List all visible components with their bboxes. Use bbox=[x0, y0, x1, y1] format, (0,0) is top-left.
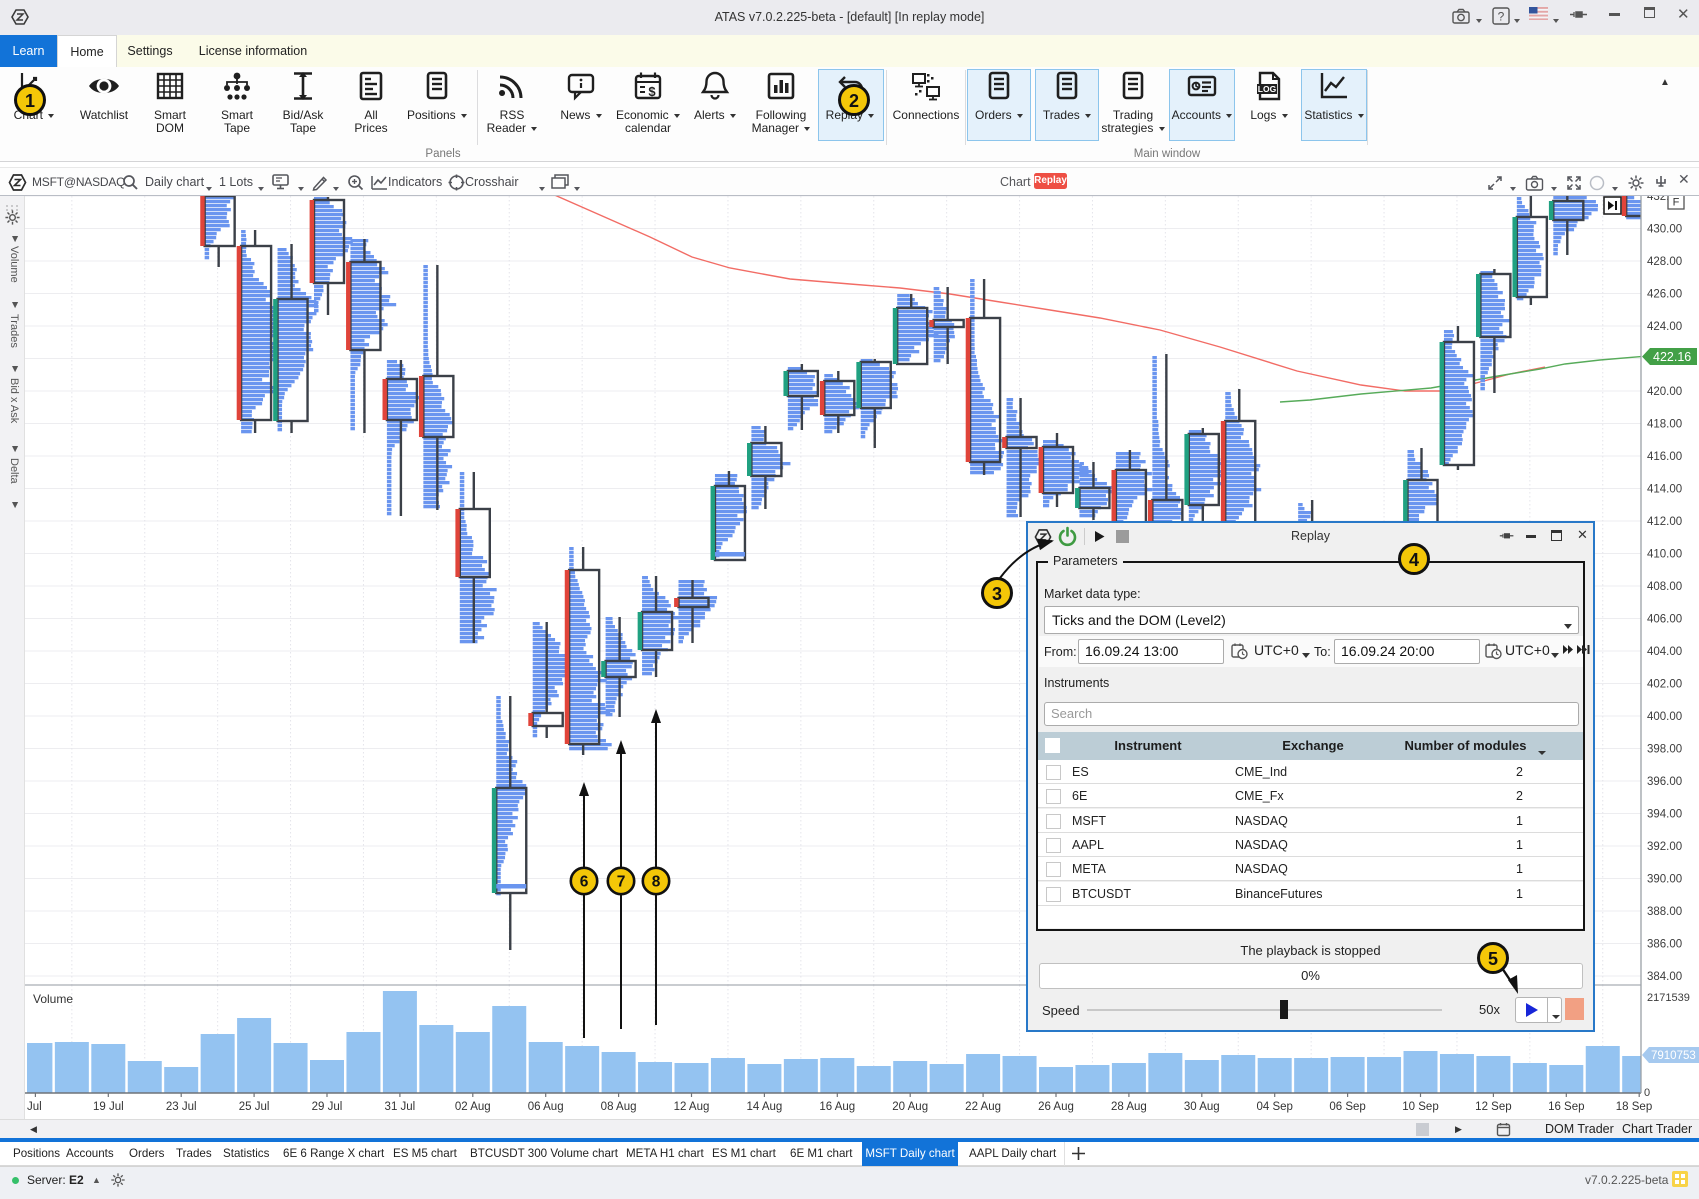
svg-text:31 Jul: 31 Jul bbox=[385, 1101, 416, 1113]
svg-text:398.00: 398.00 bbox=[1647, 744, 1682, 756]
svg-text:430.00: 430.00 bbox=[1647, 224, 1682, 236]
svg-text:420.00: 420.00 bbox=[1647, 386, 1682, 398]
svg-text:416.00: 416.00 bbox=[1647, 451, 1682, 463]
svg-text:12 Aug: 12 Aug bbox=[674, 1101, 710, 1113]
svg-text:16 Sep: 16 Sep bbox=[1548, 1101, 1584, 1113]
svg-text:18 Sep: 18 Sep bbox=[1616, 1101, 1652, 1113]
svg-text:29 Jul: 29 Jul bbox=[312, 1101, 343, 1113]
svg-text:$: $ bbox=[648, 84, 656, 99]
svg-text:384.00: 384.00 bbox=[1647, 971, 1682, 983]
svg-text:396.00: 396.00 bbox=[1647, 776, 1682, 788]
svg-text:Jul: Jul bbox=[27, 1101, 42, 1113]
svg-text:412.00: 412.00 bbox=[1647, 516, 1682, 528]
svg-text:402.00: 402.00 bbox=[1647, 679, 1682, 691]
svg-text:2171539: 2171539 bbox=[1647, 992, 1690, 1004]
svg-text:6: 6 bbox=[580, 874, 589, 891]
svg-text:392.00: 392.00 bbox=[1647, 841, 1682, 853]
svg-text:428.00: 428.00 bbox=[1647, 256, 1682, 268]
svg-text:418.00: 418.00 bbox=[1647, 419, 1682, 431]
svg-text:388.00: 388.00 bbox=[1647, 906, 1682, 918]
svg-text:25 Jul: 25 Jul bbox=[239, 1101, 270, 1113]
svg-text:06 Aug: 06 Aug bbox=[528, 1101, 564, 1113]
svg-text:7: 7 bbox=[617, 874, 626, 891]
svg-text:406.00: 406.00 bbox=[1647, 614, 1682, 626]
svg-text:8: 8 bbox=[652, 874, 661, 891]
svg-text:28 Aug: 28 Aug bbox=[1111, 1101, 1147, 1113]
svg-text:08 Aug: 08 Aug bbox=[601, 1101, 637, 1113]
svg-text:400.00: 400.00 bbox=[1647, 711, 1682, 723]
svg-text:14 Aug: 14 Aug bbox=[746, 1101, 782, 1113]
svg-text:414.00: 414.00 bbox=[1647, 484, 1682, 496]
svg-text:422.16: 422.16 bbox=[1653, 350, 1691, 364]
svg-text:06 Sep: 06 Sep bbox=[1329, 1101, 1365, 1113]
svg-text:16 Aug: 16 Aug bbox=[819, 1101, 855, 1113]
svg-text:424.00: 424.00 bbox=[1647, 321, 1682, 333]
svg-text:Volume: Volume bbox=[33, 992, 73, 1006]
svg-text:04 Sep: 04 Sep bbox=[1256, 1101, 1292, 1113]
svg-text:386.00: 386.00 bbox=[1647, 939, 1682, 951]
svg-text:22 Aug: 22 Aug bbox=[965, 1101, 1001, 1113]
svg-text:390.00: 390.00 bbox=[1647, 874, 1682, 886]
svg-text:426.00: 426.00 bbox=[1647, 289, 1682, 301]
svg-text:LOG: LOG bbox=[1258, 84, 1277, 94]
svg-text:23 Jul: 23 Jul bbox=[166, 1101, 197, 1113]
svg-text:394.00: 394.00 bbox=[1647, 809, 1682, 821]
svg-text:26 Aug: 26 Aug bbox=[1038, 1101, 1074, 1113]
svg-text:410.00: 410.00 bbox=[1647, 549, 1682, 561]
svg-text:0: 0 bbox=[1644, 1087, 1650, 1099]
svg-text:?: ? bbox=[1498, 10, 1505, 24]
svg-text:F: F bbox=[1673, 197, 1680, 209]
svg-text:408.00: 408.00 bbox=[1647, 581, 1682, 593]
svg-text:19 Jul: 19 Jul bbox=[93, 1101, 124, 1113]
svg-text:20 Aug: 20 Aug bbox=[892, 1101, 928, 1113]
svg-text:7910753: 7910753 bbox=[1651, 1050, 1696, 1062]
svg-text:404.00: 404.00 bbox=[1647, 646, 1682, 658]
svg-text:02 Aug: 02 Aug bbox=[455, 1101, 491, 1113]
svg-text:12 Sep: 12 Sep bbox=[1475, 1101, 1511, 1113]
svg-text:30 Aug: 30 Aug bbox=[1184, 1101, 1220, 1113]
svg-text:10 Sep: 10 Sep bbox=[1402, 1101, 1438, 1113]
